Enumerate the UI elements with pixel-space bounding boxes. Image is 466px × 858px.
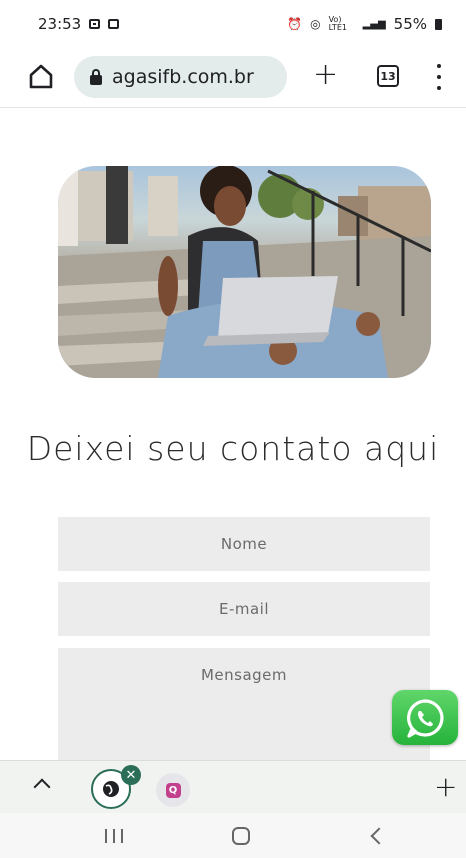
toolbar-divider [0, 107, 466, 108]
name-field[interactable] [58, 517, 430, 571]
system-home-button[interactable] [232, 827, 250, 845]
hero-photo [58, 166, 431, 378]
plus-icon: + [434, 770, 458, 803]
home-icon [29, 64, 53, 89]
close-tab-button[interactable]: ✕ [121, 765, 141, 785]
notification-icon [108, 19, 120, 29]
tab-strip: ✕ Q + [0, 760, 466, 813]
recent-apps-button[interactable] [105, 829, 123, 843]
whatsapp-button[interactable] [392, 690, 458, 745]
message-field[interactable] [58, 648, 430, 760]
tab-count: 13 [380, 69, 396, 83]
battery-icon [435, 18, 442, 30]
more-menu-button[interactable] [436, 64, 442, 90]
alarm-icon: ⏰ [287, 17, 303, 31]
tab-switcher-button[interactable]: 13 [377, 65, 399, 87]
dot-icon [437, 64, 441, 68]
address-bar[interactable]: agasifb.com.br [74, 56, 287, 98]
site-favicon-icon: Q [165, 782, 181, 798]
plus-icon: + [313, 57, 339, 92]
new-tab-button[interactable]: + [313, 60, 338, 90]
add-tab-button[interactable]: + [434, 773, 457, 801]
lock-icon [90, 69, 102, 85]
status-bar: 23:53 ⏰ ◎ Vo) LTE1 ▂▄▆ 55% [0, 0, 466, 48]
url-text: agasifb.com.br [112, 66, 254, 88]
dot-icon [437, 86, 441, 90]
chevron-up-icon[interactable] [33, 778, 51, 796]
status-left: 23:53 [38, 15, 120, 33]
network-label: Vo) LTE1 [328, 15, 347, 32]
page-title: Deixei seu contato aqui [26, 429, 440, 468]
status-time: 23:53 [38, 15, 82, 33]
close-icon: ✕ [125, 767, 137, 783]
inactive-tab[interactable]: Q [156, 773, 190, 807]
battery-percent: 55% [393, 15, 427, 33]
email-field[interactable] [58, 582, 430, 636]
hotspot-icon: ◎ [310, 17, 321, 31]
globe-icon [103, 781, 119, 797]
home-button[interactable] [28, 62, 54, 90]
status-right: ⏰ ◎ Vo) LTE1 ▂▄▆ 55% [287, 15, 442, 33]
dot-icon [437, 75, 441, 79]
system-nav-bar [0, 813, 466, 858]
signal-icon: ▂▄▆ [362, 18, 386, 30]
whatsapp-icon [407, 698, 444, 738]
back-button[interactable] [370, 827, 388, 845]
browser-toolbar: agasifb.com.br + 13 [0, 52, 466, 102]
gallery-icon [89, 19, 101, 29]
